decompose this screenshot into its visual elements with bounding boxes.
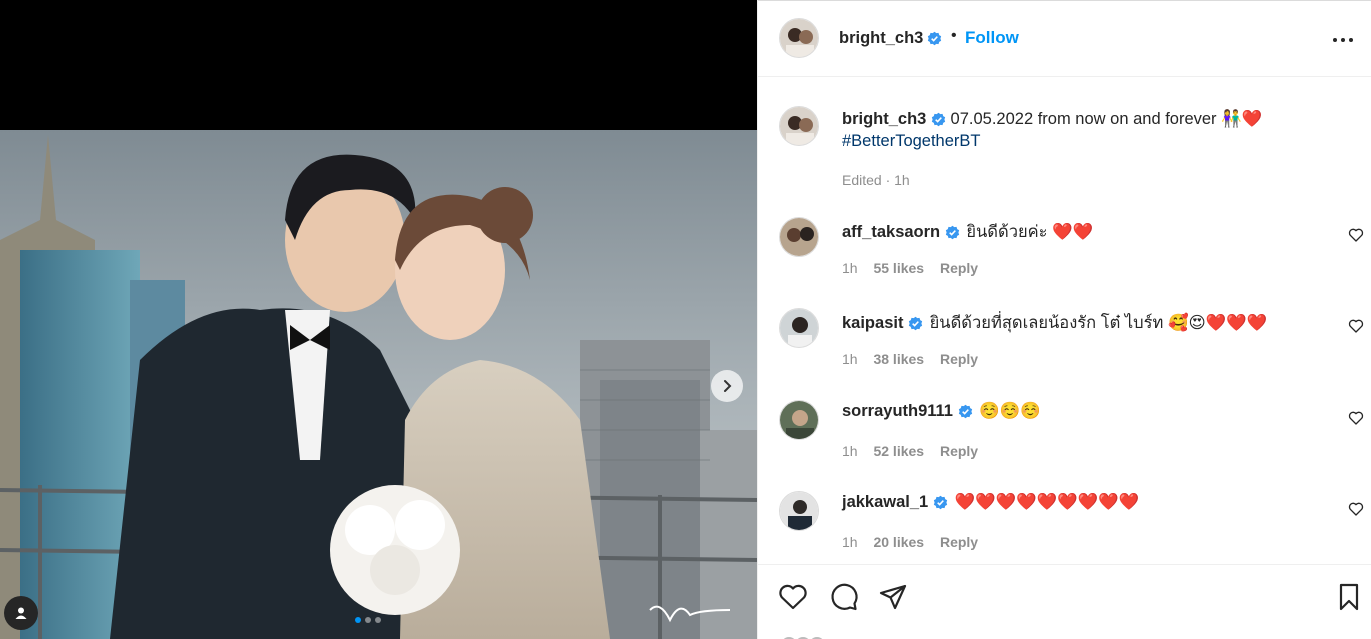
post-media: [0, 0, 757, 639]
reply-button[interactable]: Reply: [940, 443, 978, 459]
tagged-users-button[interactable]: [4, 596, 38, 630]
commenter-avatar[interactable]: [779, 308, 819, 348]
heart-icon[interactable]: [777, 581, 809, 613]
comment-text: ❤️❤️❤️❤️❤️❤️❤️❤️❤️: [954, 493, 1140, 511]
more-options-icon[interactable]: [1328, 33, 1358, 47]
author-avatar[interactable]: [779, 18, 819, 58]
user-tag-icon: [15, 607, 27, 619]
comment-meta: 1h 55 likes Reply: [842, 260, 990, 276]
commenter-avatar[interactable]: [779, 491, 819, 531]
comment-text: ☺️☺️☺️: [979, 402, 1041, 420]
commenter-username[interactable]: kaipasit: [842, 314, 903, 332]
comment-likes[interactable]: 38 likes: [873, 351, 924, 367]
comment-meta: 1h 20 likes Reply: [842, 534, 990, 550]
comment-item: sorrayuth9111 ☺️☺️☺️ 1h 52 likes Reply: [758, 400, 1371, 490]
caption-avatar[interactable]: [779, 106, 819, 146]
author-username[interactable]: bright_ch3: [839, 29, 923, 48]
post-caption: bright_ch3 07.05.2022 from now on and fo…: [842, 108, 1342, 152]
verified-badge-icon: [933, 495, 947, 510]
comment-time: 1h: [842, 534, 858, 550]
comment-text: ยินดีด้วยค่ะ ❤️❤️: [966, 223, 1094, 241]
verified-badge-icon: [958, 404, 972, 419]
reply-button[interactable]: Reply: [940, 260, 978, 276]
bookmark-icon[interactable]: [1333, 581, 1365, 613]
carousel-indicator: [355, 617, 381, 623]
liked-by-avatars[interactable]: [779, 635, 827, 639]
verified-badge-icon: [931, 112, 946, 127]
comment-time: 1h: [842, 351, 858, 367]
comment-meta: 1h 38 likes Reply: [842, 351, 990, 367]
header-separator: •: [951, 27, 957, 44]
comment-bubble-icon[interactable]: [828, 581, 860, 613]
comment-time: 1h: [842, 260, 858, 276]
carousel-next-button[interactable]: [711, 370, 743, 402]
comment-time: 1h: [842, 443, 858, 459]
comment-item: aff_taksaorn ยินดีด้วยค่ะ ❤️❤️ 1h 55 lik…: [758, 217, 1371, 307]
edited-timestamp: Edited · 1h: [842, 172, 910, 188]
comment-likes[interactable]: 20 likes: [873, 534, 924, 550]
post-photo: [0, 130, 757, 639]
comment-likes[interactable]: 52 likes: [873, 443, 924, 459]
commenter-username[interactable]: jakkawal_1: [842, 493, 928, 511]
post-side-panel: bright_ch3 • Follow bright_ch3 07.05.202…: [757, 0, 1371, 639]
comment-likes[interactable]: 55 likes: [873, 260, 924, 276]
caption-text: 07.05.2022 from now on and forever 👫❤️: [950, 110, 1263, 128]
commenter-avatar[interactable]: [779, 400, 819, 440]
carousel-dot: [355, 617, 361, 623]
heart-icon[interactable]: [1348, 410, 1364, 426]
commenter-username[interactable]: sorrayuth9111: [842, 402, 953, 420]
heart-icon[interactable]: [1348, 318, 1364, 334]
comment-item: kaipasit ยินดีด้วยที่สุดเลยน้องรัก โต๋ ไ…: [758, 308, 1371, 398]
heart-icon[interactable]: [1348, 227, 1364, 243]
follow-button[interactable]: Follow: [965, 28, 1019, 48]
post-header: bright_ch3 • Follow: [758, 1, 1371, 77]
paper-plane-icon[interactable]: [877, 581, 909, 613]
verified-badge-icon: [908, 316, 923, 331]
commenter-avatar[interactable]: [779, 217, 819, 257]
caption-username[interactable]: bright_ch3: [842, 110, 926, 128]
commenter-username[interactable]: aff_taksaorn: [842, 223, 940, 241]
reply-button[interactable]: Reply: [940, 351, 978, 367]
caption-hashtag[interactable]: #BetterTogetherBT: [842, 132, 981, 150]
chevron-right-icon: [724, 380, 732, 392]
carousel-dot: [365, 617, 371, 623]
verified-badge-icon: [927, 31, 942, 46]
comment-meta: 1h 52 likes Reply: [842, 443, 990, 459]
reply-button[interactable]: Reply: [940, 534, 978, 550]
verified-badge-icon: [945, 225, 959, 240]
heart-icon[interactable]: [1348, 501, 1364, 517]
comment-text: ยินดีด้วยที่สุดเลยน้องรัก โต๋ ไบร์ท 🥰😍❤️…: [929, 314, 1268, 332]
post-action-bar: [758, 564, 1371, 639]
carousel-dot: [375, 617, 381, 623]
